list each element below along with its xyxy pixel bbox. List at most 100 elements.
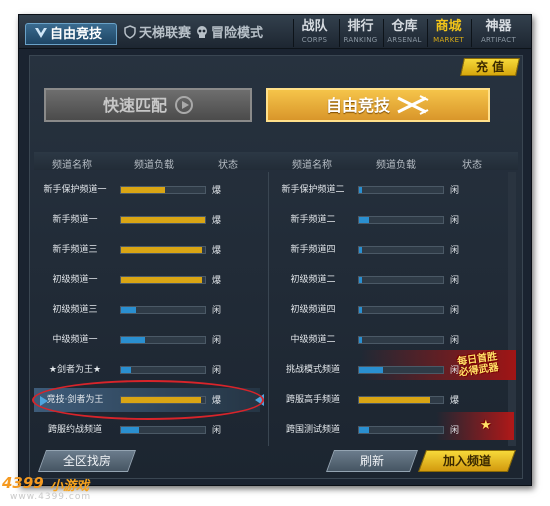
free-arena-label: 自由竞技 [325,96,390,115]
channel-row-right[interactable]: 新手频道四 闲 [276,238,498,262]
channel-name: 新手频道一 [52,215,98,225]
channel-status: 闲 [212,366,222,376]
watermark-url: www.4399.com [10,492,92,502]
channel-load-fill [121,277,203,283]
channel-load-fill [121,397,201,403]
channel-status: 闲 [450,246,460,256]
channel-name: 跨服约战频道 [47,425,102,435]
channel-row-right[interactable]: 新手保护频道二 闲 [276,178,498,202]
nav-corps[interactable]: 战队 CORPS [293,19,335,47]
channel-status: 闲 [450,366,460,376]
channel-load-bar [358,276,444,284]
nav-corps-label: 战队 [301,19,328,34]
channel-row-left[interactable]: ★剑者为王★ 闲 [38,358,260,382]
recharge-button[interactable]: 充 值 [460,58,520,76]
nav-market[interactable]: 商城 MARKET [427,19,469,47]
channel-status: 爆 [212,396,222,406]
channel-load-fill [359,397,431,403]
col-load-left: 频道负载 [134,160,174,171]
channel-status: 闲 [212,336,222,346]
nav-corps-sub: CORPS [301,36,328,44]
nav-market-sub: MARKET [433,36,464,44]
tab-adventure-mode[interactable]: 冒险模式 [195,23,263,45]
channel-load-bar [120,306,206,314]
channel-name: ★剑者为王★ [48,365,102,375]
game-window: 自由竞技 天梯联赛 冒险模式 战队 CORPS 排行 RANKING 仓库 AR… [18,14,532,486]
quick-match-button[interactable]: 快速匹配 [44,88,252,122]
channel-name: 初级频道二 [290,275,336,285]
channel-row-left[interactable]: 新手频道一 爆 [38,208,260,232]
channel-load-bar [120,396,206,404]
channel-name: 挑战模式频道 [285,365,340,375]
channel-row-right[interactable]: 初级频道二 闲 [276,268,498,292]
join-channel-label: 加入频道 [442,454,491,468]
channel-name: 竞技·剑者为王 [46,395,104,405]
channel-row-left[interactable]: 中级频道一 闲 [38,328,260,352]
channel-load-bar [120,426,206,434]
channel-status: 闲 [450,426,460,436]
channel-load-fill [121,337,145,343]
channel-row-right[interactable]: 挑战模式频道 闲 [276,358,498,382]
refresh-button[interactable]: 刷新 [325,450,419,472]
channel-name: 初级频道三 [52,305,98,315]
scrollbar[interactable] [508,172,516,446]
channel-status: 闲 [212,306,222,316]
channel-row-left[interactable]: 初级频道三 闲 [38,298,260,322]
channel-load-fill [121,217,205,223]
channel-status: 闲 [450,186,460,196]
crossed-guns-icon [397,95,429,115]
nav-ranking[interactable]: 排行 RANKING [339,19,381,47]
channel-load-bar [358,246,444,254]
skull-icon [197,26,207,38]
channel-row-left[interactable]: 新手频道三 爆 [38,238,260,262]
channel-row-right[interactable]: 跨国测试频道 闲 [276,418,498,442]
play-icon [175,96,193,114]
channel-load-fill [121,307,137,313]
site-watermark: 4399 小游戏 www.4399.com [0,474,110,504]
channel-load-bar [358,426,444,434]
channel-load-bar [358,306,444,314]
channel-load-fill [359,187,362,193]
channel-name: 跨国测试频道 [285,425,340,435]
tab-ladder-league-label: 天梯联赛 [139,26,192,41]
col-name-right: 频道名称 [292,160,332,171]
channel-row-left[interactable]: 跨服约战频道 闲 [38,418,260,442]
channel-name: 新手保护频道二 [281,185,345,195]
join-channel-button[interactable]: 加入频道 [417,450,517,472]
channel-row-right[interactable]: 中级频道二 闲 [276,328,498,352]
channel-load-bar [358,396,444,404]
nav-arsenal[interactable]: 仓库 ARSENAL [383,19,425,47]
channel-status: 闲 [450,336,460,346]
channel-row-left[interactable]: 竞技·剑者为王 爆 [38,388,260,412]
recharge-label: 充 值 [475,60,505,74]
channel-row-left[interactable]: 初级频道一 爆 [38,268,260,292]
tab-free-arena-label: 自由竞技 [50,27,103,42]
channel-name: 新手频道二 [290,215,336,225]
channel-status: 闲 [212,426,222,436]
channel-name: 新手保护频道一 [43,185,107,195]
channel-load-fill [121,187,165,193]
v-emblem-icon [35,28,47,38]
nav-artifact[interactable]: 神器 ARTIFACT [471,19,525,47]
channel-row-right[interactable]: 新手频道二 闲 [276,208,498,232]
free-arena-button[interactable]: 自由竞技 [266,88,490,122]
channel-row-right[interactable]: 初级频道四 闲 [276,298,498,322]
channel-row-right[interactable]: 跨服高手频道 爆 [276,388,498,412]
top-bar: 自由竞技 天梯联赛 冒险模式 战队 CORPS 排行 RANKING 仓库 AR… [19,15,531,49]
tab-adventure-mode-label: 冒险模式 [211,26,264,41]
find-room-label: 全区找房 [62,454,111,468]
channel-name: 初级频道一 [52,275,98,285]
channel-panel: 充 值 快速匹配 自由竞技 频道名称 频道负载 状态 频道名称 频道负载 状态 … [29,55,523,479]
channel-load-fill [121,367,132,373]
channel-status: 爆 [212,246,222,256]
channel-status: 爆 [212,216,222,226]
find-room-button[interactable]: 全区找房 [37,450,137,472]
tab-free-arena[interactable]: 自由竞技 [25,23,117,45]
nav-market-label: 商城 [435,19,462,34]
channel-name: 跨服高手频道 [285,395,340,405]
channel-load-fill [359,427,370,433]
channel-name: 中级频道一 [52,335,98,345]
tab-ladder-league[interactable]: 天梯联赛 [123,23,191,45]
channel-load-bar [358,366,444,374]
channel-row-left[interactable]: 新手保护频道一 爆 [38,178,260,202]
